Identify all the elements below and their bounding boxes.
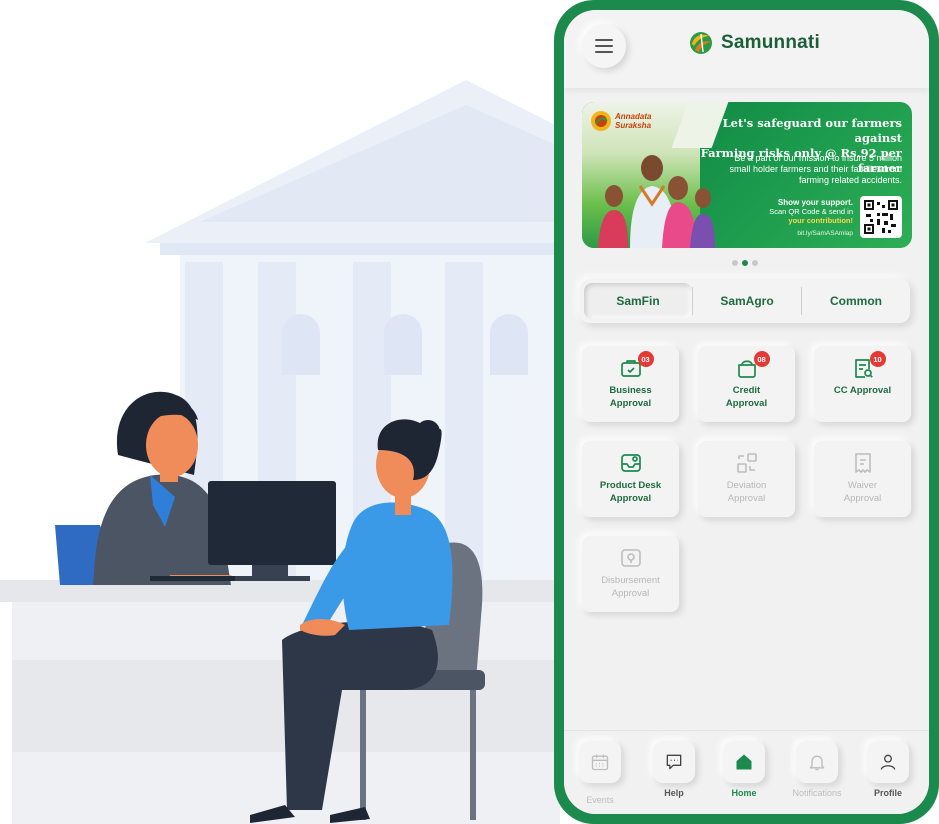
business-approval-tile[interactable]: 03 Business Approval bbox=[582, 346, 679, 422]
cc-approval-badge: 10 bbox=[869, 351, 886, 367]
nav-profile[interactable]: Profile bbox=[858, 741, 918, 798]
deviation-approval-tile[interactable]: Deviation Approval bbox=[698, 441, 795, 517]
promo-banner[interactable]: Annadata Suraksha Let's safeguard our fa… bbox=[582, 102, 912, 248]
nav-help-label: Help bbox=[664, 788, 684, 798]
chat-icon bbox=[666, 754, 682, 770]
banner-description: Be a part of our mission to insure 5 mil… bbox=[729, 153, 902, 185]
home-icon bbox=[736, 754, 752, 770]
nav-home[interactable]: Home bbox=[714, 741, 774, 798]
nav-home-label: Home bbox=[731, 788, 757, 798]
nav-events-label: Events bbox=[586, 795, 614, 805]
carousel-dot-active[interactable] bbox=[742, 260, 748, 266]
user-icon bbox=[880, 754, 896, 770]
carousel-dot[interactable] bbox=[752, 260, 758, 266]
cc-approval-icon: 10 bbox=[851, 351, 886, 380]
deviation-approval-label: Deviation Approval bbox=[726, 480, 767, 504]
bell-icon bbox=[809, 755, 825, 771]
business-approval-label: Business Approval bbox=[609, 385, 652, 409]
brand: Samunnati bbox=[688, 30, 820, 56]
logo-line1: Annadata bbox=[615, 112, 652, 121]
credit-approval-badge: 08 bbox=[753, 351, 770, 367]
product-desk-approval-label: Product Desk Approval bbox=[599, 480, 662, 504]
product-desk-approval-tile[interactable]: Product Desk Approval bbox=[582, 441, 679, 517]
business-approval-badge: 03 bbox=[637, 351, 654, 367]
nav-profile-label: Profile bbox=[873, 788, 902, 798]
credit-approval-icon: 08 bbox=[735, 351, 770, 380]
qr-code-icon bbox=[860, 196, 902, 238]
segment-tabs: SamFin SamAgro Common bbox=[580, 279, 910, 323]
brand-name: Samunnati bbox=[721, 32, 820, 53]
nav-events[interactable]: Events bbox=[570, 741, 630, 805]
nav-notifications[interactable]: Notifications bbox=[787, 741, 847, 798]
calendar-icon bbox=[591, 754, 609, 771]
nav-notifications-label: Notifications bbox=[792, 788, 842, 798]
hamburger-icon bbox=[595, 39, 613, 41]
samunnati-logo-icon bbox=[690, 32, 712, 54]
carousel-dots bbox=[732, 260, 758, 266]
product-desk-icon bbox=[619, 451, 643, 475]
logo-line2: Suraksha bbox=[615, 121, 652, 130]
annadata-suraksha-logo: Annadata Suraksha bbox=[590, 110, 651, 132]
credit-approval-label: Credit Approval bbox=[725, 385, 768, 409]
menu-button[interactable] bbox=[582, 24, 626, 68]
annadata-logo-icon bbox=[591, 111, 611, 131]
cc-approval-tile[interactable]: 10 CC Approval bbox=[814, 346, 911, 422]
waiver-approval-label: Waiver Approval bbox=[843, 480, 882, 504]
disbursement-approval-tile[interactable]: Disbursement Approval bbox=[582, 536, 679, 612]
phone-frame: Samunnati Annadata Suraksha Let's safegu… bbox=[554, 0, 939, 824]
carousel-dot[interactable] bbox=[732, 260, 738, 266]
deviation-icon bbox=[735, 451, 759, 475]
nav-help[interactable]: Help bbox=[644, 741, 704, 798]
waiver-icon bbox=[851, 451, 875, 475]
credit-approval-tile[interactable]: 08 Credit Approval bbox=[698, 346, 795, 422]
cc-approval-label: CC Approval bbox=[833, 385, 892, 396]
app-screen: Samunnati Annadata Suraksha Let's safegu… bbox=[564, 10, 929, 814]
bottom-nav: Events Help Home Notifications Profile bbox=[564, 730, 929, 814]
business-approval-icon: 03 bbox=[619, 351, 654, 380]
banner-link[interactable]: bit.ly/SamASAmlap bbox=[797, 230, 853, 237]
app-header: Samunnati bbox=[564, 10, 929, 88]
tab-samagro[interactable]: SamAgro bbox=[693, 283, 801, 319]
disbursement-approval-label: Disbursement Approval bbox=[601, 575, 660, 599]
tab-common[interactable]: Common bbox=[802, 283, 910, 319]
disbursement-icon bbox=[619, 546, 643, 570]
tab-samfin[interactable]: SamFin bbox=[584, 283, 692, 319]
waiver-approval-tile[interactable]: Waiver Approval bbox=[814, 441, 911, 517]
banner-support: Show your support. Scan QR Code & send i… bbox=[769, 198, 853, 225]
